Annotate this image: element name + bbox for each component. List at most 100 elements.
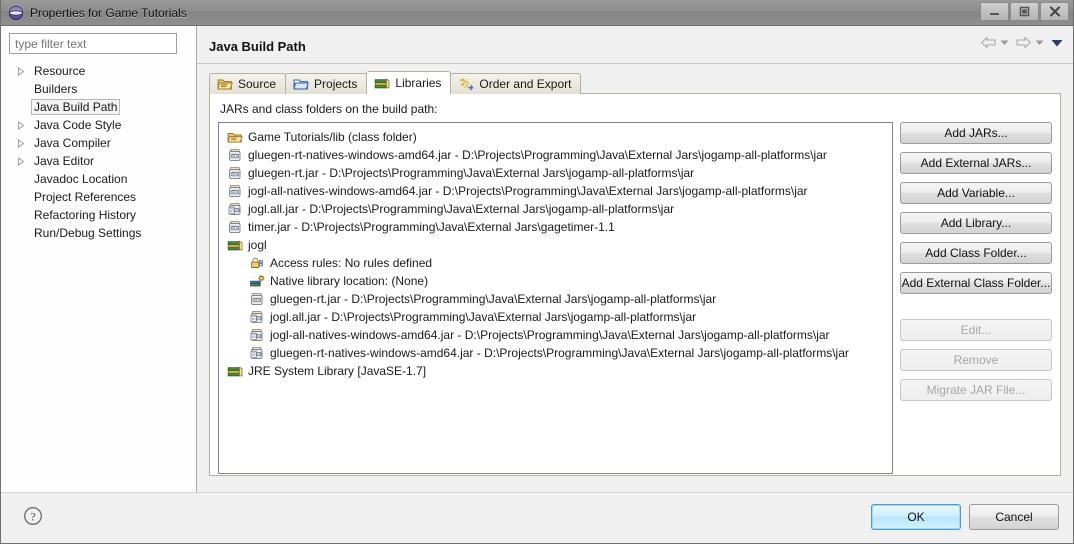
add-external-class-folder-button[interactable]: Add External Class Folder... [900, 272, 1052, 294]
settings-tree: Resource Builders Java Build Path Java Code… [9, 62, 190, 242]
add-external-jars-button[interactable]: Add External JARs... [900, 152, 1052, 174]
build-path-entry[interactable]: 010 timer.jar - D:\Projects\Programming\… [223, 218, 890, 236]
remove-button: Remove [900, 349, 1052, 371]
build-path-list[interactable]: Game Tutorials/lib (class folder) 010 gl… [218, 122, 893, 474]
svg-text:10: 10 [235, 208, 239, 212]
build-path-entry-label: gluegen-rt.jar - D:\Projects\Programming… [270, 292, 717, 306]
sidebar-item-run-debug-settings[interactable]: Run/Debug Settings [9, 224, 190, 242]
sidebar-item-label: Javadoc Location [34, 172, 128, 186]
sidebar-item-java-build-path[interactable]: Java Build Path [9, 98, 190, 116]
tab-projects[interactable]: Projects [285, 73, 368, 94]
jar-icon: 010 [229, 221, 241, 233]
access-rules-icon [251, 257, 263, 268]
forward-arrow-icon[interactable] [1015, 36, 1032, 49]
build-path-entry[interactable]: Game Tutorials/lib (class folder) [223, 128, 890, 146]
back-menu-chevron-down-icon[interactable] [1000, 39, 1009, 46]
maximize-button[interactable] [1010, 2, 1039, 21]
tab-label: Order and Export [479, 77, 572, 91]
build-path-entry[interactable]: 10 jogl.all.jar - D:\Projects\Programmin… [223, 200, 890, 218]
svg-text:010: 010 [232, 172, 238, 176]
native-lib-icon [250, 275, 265, 287]
page-navigation [980, 36, 1063, 49]
libraries-tab-panel: JARs and class folders on the build path… [209, 93, 1061, 476]
build-path-entry[interactable]: 10 jogl.all.jar - D:\Projects\Programmin… [223, 308, 890, 326]
add-class-folder-button[interactable]: Add Class Folder... [900, 242, 1052, 264]
build-path-entry-label: jogl-all-natives-windows-amd64.jar - D:\… [270, 328, 830, 342]
expand-triangle-icon[interactable] [17, 66, 31, 76]
build-path-entry[interactable]: 010 gluegen-rt-natives-windows-amd64.jar… [223, 146, 890, 164]
title-divider [197, 63, 1073, 64]
help-icon[interactable]: ? [23, 506, 43, 529]
close-button[interactable] [1040, 2, 1069, 21]
libraries-icon [227, 366, 243, 377]
expand-triangle-icon[interactable] [17, 156, 31, 166]
properties-dialog: Properties for Game Tutorials Resou [0, 0, 1074, 544]
sidebar-item-java-editor[interactable]: Java Editor [9, 152, 190, 170]
dialog-footer: ? OK Cancel [1, 492, 1073, 542]
build-path-entry-label: Native library location: (None) [270, 274, 429, 288]
eclipse-globe-icon [8, 5, 24, 21]
sidebar-item-java-compiler[interactable]: Java Compiler [9, 134, 190, 152]
back-arrow-icon[interactable] [980, 36, 997, 49]
sidebar-item-resource[interactable]: Resource [9, 62, 190, 80]
panel-main: Game Tutorials/lib (class folder) 010 gl… [218, 122, 1052, 474]
sidebar-item-label: Project References [34, 190, 137, 204]
cancel-button[interactable]: Cancel [969, 504, 1059, 530]
sidebar-item-label: Resource [34, 64, 86, 78]
tab-source[interactable]: Source [209, 73, 287, 94]
svg-text:10: 10 [257, 352, 261, 356]
view-menu-chevron-down-icon[interactable] [1051, 39, 1063, 47]
build-path-entry[interactable]: JRE System Library [JavaSE-1.7] [223, 362, 890, 380]
ok-button[interactable]: OK [871, 504, 961, 530]
filter-input[interactable] [9, 33, 177, 54]
tab-label: Projects [314, 77, 358, 91]
sidebar-item-javadoc-location[interactable]: Javadoc Location [9, 170, 190, 188]
dialog-body: Resource Builders Java Build Path Java Code… [1, 26, 1073, 492]
sidebar-item-builders[interactable]: Builders [9, 80, 190, 98]
svg-text:010: 010 [232, 190, 238, 194]
add-variable-button[interactable]: Add Variable... [900, 182, 1052, 204]
jar-src-icon: 10 [228, 203, 241, 215]
build-path-entry[interactable]: 10 gluegen-rt-natives-windows-amd64.jar … [223, 344, 890, 362]
add-jars-button[interactable]: Add JARs... [900, 122, 1052, 144]
tab-label: Source [238, 77, 277, 91]
build-path-entry-label: Access rules: No rules defined [270, 256, 433, 270]
title-bar: Properties for Game Tutorials [1, 0, 1073, 26]
tab-order-and-export[interactable]: Order and Export [450, 73, 582, 94]
build-path-entry-label: Game Tutorials/lib (class folder) [248, 130, 417, 144]
sidebar-item-label: Java Code Style [34, 118, 122, 132]
footer-buttons: OK Cancel [871, 504, 1059, 530]
build-path-entry[interactable]: 010 gluegen-rt.jar - D:\Projects\Program… [223, 290, 890, 308]
svg-text:010: 010 [232, 226, 238, 230]
window-controls [980, 2, 1069, 21]
expand-triangle-icon[interactable] [17, 120, 31, 130]
sidebar-item-label: Refactoring History [34, 208, 137, 222]
forward-menu-chevron-down-icon[interactable] [1035, 39, 1044, 46]
svg-text:10: 10 [257, 334, 261, 338]
build-path-entry-label: gluegen-rt-natives-windows-amd64.jar - D… [248, 148, 827, 162]
expand-triangle-icon[interactable] [17, 138, 31, 148]
migrate-jar-file-button: Migrate JAR File... [900, 379, 1052, 401]
build-path-entry[interactable]: Native library location: (None) [223, 272, 890, 290]
build-path-entry[interactable]: 10 jogl-all-natives-windows-amd64.jar - … [223, 326, 890, 344]
build-path-entry[interactable]: 010 gluegen-rt.jar - D:\Projects\Program… [223, 164, 890, 182]
jar-src-icon: 10 [250, 329, 263, 341]
sidebar-item-refactoring-history[interactable]: Refactoring History [9, 206, 190, 224]
svg-text:010: 010 [232, 154, 238, 158]
jar-src-icon: 10 [250, 311, 263, 323]
build-path-entry[interactable]: 010 jogl-all-natives-windows-amd64.jar -… [223, 182, 890, 200]
list-action-buttons: Add JARs... Add External JARs... Add Varia… [900, 122, 1052, 474]
build-path-entry[interactable]: Access rules: No rules defined [223, 254, 890, 272]
build-path-entry[interactable]: jogl [223, 236, 890, 254]
build-path-entry-label: timer.jar - D:\Projects\Programming\Java… [248, 220, 615, 234]
sidebar-item-project-references[interactable]: Project References [9, 188, 190, 206]
sidebar-item-label: Builders [34, 82, 78, 96]
build-path-entry-label: jogl-all-natives-windows-amd64.jar - D:\… [248, 184, 808, 198]
tab-libraries[interactable]: Libraries [366, 71, 452, 94]
minimize-button[interactable] [980, 2, 1009, 21]
edit-button: Edit... [900, 319, 1052, 341]
add-library-button[interactable]: Add Library... [900, 212, 1052, 234]
build-path-entry-label: jogl [248, 238, 267, 252]
page-title: Java Build Path [209, 39, 306, 54]
sidebar-item-java-code-style[interactable]: Java Code Style [9, 116, 190, 134]
